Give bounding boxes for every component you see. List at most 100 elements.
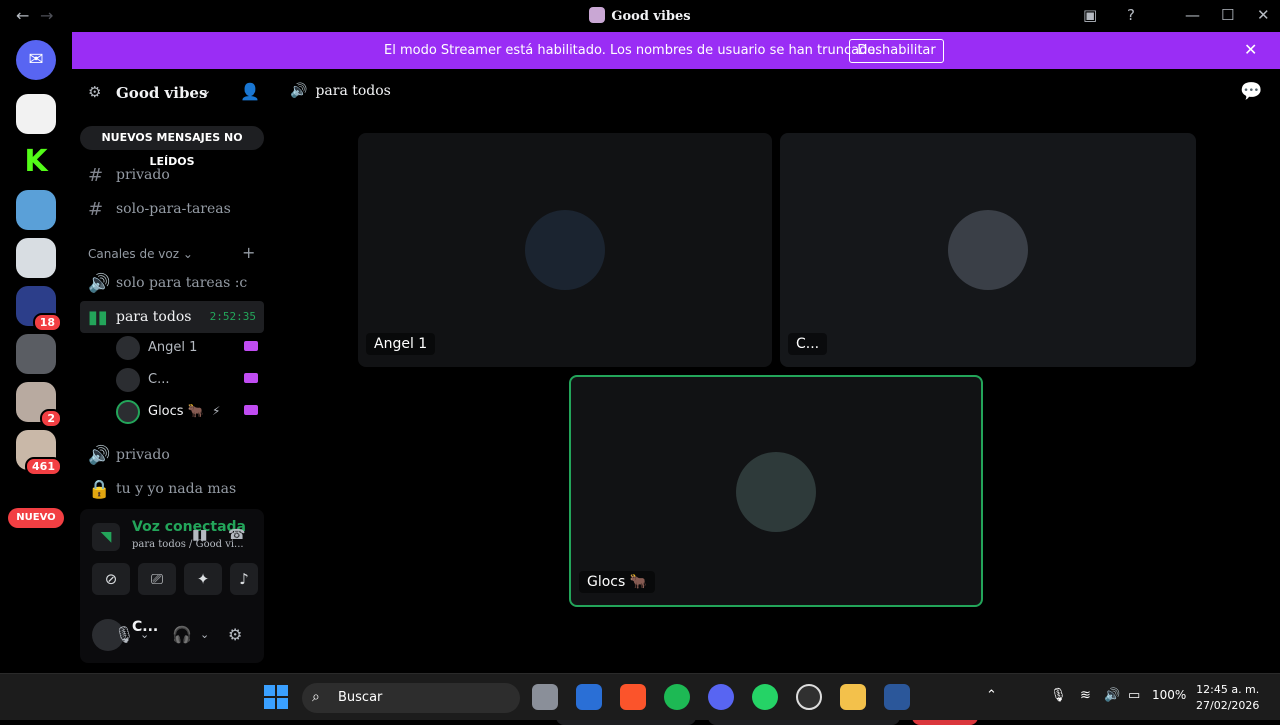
server-icon-polimex[interactable] <box>16 94 56 134</box>
file-explorer-icon[interactable] <box>840 684 866 710</box>
whatsapp-icon[interactable] <box>752 684 778 710</box>
chat-bubble-icon[interactable]: 💬 <box>1240 81 1262 102</box>
clock-time: 12:45 a. m. <box>1196 683 1260 696</box>
discord-taskbar-icon[interactable] <box>708 684 734 710</box>
share-screen-icon[interactable]: ⎚ <box>138 563 176 595</box>
brave-icon[interactable] <box>620 684 646 710</box>
hashtag-icon: # <box>88 165 104 186</box>
server-icon-robot[interactable] <box>16 238 56 278</box>
chevron-down-icon: ⌄ <box>202 84 212 97</box>
mention-badge: 461 <box>25 457 62 476</box>
wifi-icon[interactable]: ≋ <box>1080 688 1091 703</box>
microphone-icon[interactable]: 🎙 <box>1050 688 1067 703</box>
participant-name: Angel 1 <box>366 333 436 355</box>
speaker-icon: 🔊 <box>88 273 111 294</box>
server-icon-gray[interactable] <box>16 334 56 374</box>
participant-name: C... <box>788 333 828 355</box>
microphone-icon[interactable]: 🎙 <box>114 625 134 644</box>
channel-label: tu y yo nada mas <box>116 481 237 497</box>
task-view-icon[interactable] <box>532 684 558 710</box>
voice-connected-location[interactable]: para todos / Good vi... <box>132 539 244 550</box>
avatar <box>116 336 140 360</box>
voice-user[interactable]: Glocs 🐂 ⚡ <box>116 397 266 425</box>
voice-category-label[interactable]: Canales de voz ⌄ <box>88 247 193 261</box>
mention-badge: 2 <box>40 409 62 428</box>
participant-tile[interactable]: C... <box>780 133 1196 367</box>
participant-name: Glocs 🐂 <box>579 571 656 593</box>
headset-icon[interactable]: 🎧 <box>172 625 192 644</box>
banner-message: El modo Streamer está habilitado. Los no… <box>384 43 880 58</box>
window-title-text: Good vibes <box>611 9 691 24</box>
noise-suppression-icon[interactable]: ▮▮ <box>192 527 207 543</box>
server-settings-icon: ⚙ <box>88 83 102 101</box>
inbox-icon[interactable]: ▣ <box>1083 6 1097 24</box>
battery-percent: 100% <box>1152 688 1187 702</box>
server-icon-blue[interactable]: 18 <box>16 286 62 332</box>
clock-date: 27/02/2026 <box>1196 699 1260 712</box>
disable-streamer-button[interactable]: Deshabilitar <box>849 39 944 63</box>
camera-off-icon[interactable]: ⊘ <box>92 563 130 595</box>
search-label: Buscar <box>338 690 383 705</box>
channel-label: privado <box>116 167 170 183</box>
disconnect-icon[interactable]: ☎ <box>228 527 245 543</box>
chevron-down-icon[interactable]: ⌄ <box>140 628 149 641</box>
new-badge: NUEVO <box>8 508 64 528</box>
activities-icon[interactable]: ✦ <box>184 563 222 595</box>
obs-icon[interactable] <box>796 684 822 710</box>
voice-user[interactable]: C... <box>116 365 266 393</box>
vscode-icon[interactable] <box>576 684 602 710</box>
unread-messages-banner[interactable]: NUEVOS MENSAJES NO LEÍDOS <box>80 126 264 168</box>
windows-taskbar: ⌕ Buscar ⌃ 🎙 ≋ 🔊 ▭ 100% 12:45 a. m. 27/0… <box>0 673 1280 720</box>
voice-user-name: Angel 1 <box>148 340 198 355</box>
taskbar-search[interactable]: ⌕ Buscar <box>302 683 520 713</box>
channel-solo-para-tareas[interactable]: # solo-para-tareas <box>80 193 264 225</box>
word-icon[interactable] <box>884 684 910 710</box>
connection-signal-icon[interactable]: ◥ <box>92 523 120 551</box>
maximize-icon[interactable]: ☐ <box>1221 6 1234 24</box>
invite-people-icon[interactable]: 👤 <box>240 82 260 101</box>
streamer-mode-banner: El modo Streamer está habilitado. Los no… <box>72 32 1280 69</box>
stream-icon <box>244 373 258 383</box>
add-channel-icon[interactable]: + <box>242 243 255 262</box>
voice-channel-para-todos[interactable]: ▮▮ para todos 2:52:35 <box>80 301 264 333</box>
chevron-down-icon[interactable]: ⌄ <box>200 628 209 641</box>
server-list: ✉ K 18 2 461 NUEVO <box>0 32 72 673</box>
close-window-icon[interactable]: ✕ <box>1257 6 1270 24</box>
help-icon[interactable]: ? <box>1127 6 1135 24</box>
windows-start-icon[interactable] <box>264 685 288 709</box>
voice-channel-privado[interactable]: 🔊 privado <box>80 439 264 471</box>
voice-activity-icon: ▮▮ <box>88 307 108 328</box>
chevron-up-icon[interactable]: ⌃ <box>986 688 997 703</box>
server-name: Good vibes <box>116 84 208 102</box>
stream-icon <box>244 341 258 351</box>
server-icon-person[interactable]: 461 <box>16 430 62 476</box>
soundboard-icon[interactable]: ♪ <box>230 563 258 595</box>
volume-icon[interactable]: 🔊 <box>1104 688 1120 703</box>
voice-user[interactable]: Angel 1 <box>116 333 266 361</box>
server-icon-goose[interactable] <box>16 190 56 230</box>
battery-icon[interactable]: ▭ <box>1128 688 1140 703</box>
server-header[interactable]: ⚙ Good vibes ⌄ 👤 <box>72 69 272 117</box>
avatar <box>525 210 605 290</box>
participant-tile-speaking[interactable]: Glocs 🐂 <box>569 375 983 607</box>
server-icon <box>589 7 606 23</box>
taskbar-clock[interactable]: 12:45 a. m. 27/02/2026 <box>1196 682 1259 714</box>
search-icon: ⌕ <box>312 689 320 705</box>
voice-channel-tu-y-yo[interactable]: 🔒 tu y yo nada mas <box>80 473 264 505</box>
discord-home-icon[interactable]: ✉ <box>16 40 56 80</box>
server-icon-apex[interactable]: 2 <box>16 382 62 428</box>
call-area: 🔊para todos 💬 Angel 1 C... Glocs 🐂 🎙 ⌄ ⊘… <box>272 69 1280 725</box>
title-bar: ← → Good vibes ▣ ? — ☐ ✕ <box>0 0 1280 32</box>
channel-privado-text[interactable]: # privado <box>80 159 264 191</box>
avatar <box>116 400 140 424</box>
close-banner-icon[interactable]: ✕ <box>1244 40 1257 59</box>
voice-user-name: C... <box>148 372 170 387</box>
voice-channel-solo-para-tareas[interactable]: 🔊 solo para tareas :c <box>80 267 264 299</box>
lock-icon: 🔒 <box>88 479 111 500</box>
spotify-icon[interactable] <box>664 684 690 710</box>
participant-tile[interactable]: Angel 1 <box>358 133 772 367</box>
user-settings-icon[interactable]: ⚙ <box>228 625 242 644</box>
minimize-icon[interactable]: — <box>1185 6 1200 24</box>
speaker-icon: 🔊 <box>88 445 111 466</box>
kick-server-icon[interactable]: K <box>16 142 56 182</box>
